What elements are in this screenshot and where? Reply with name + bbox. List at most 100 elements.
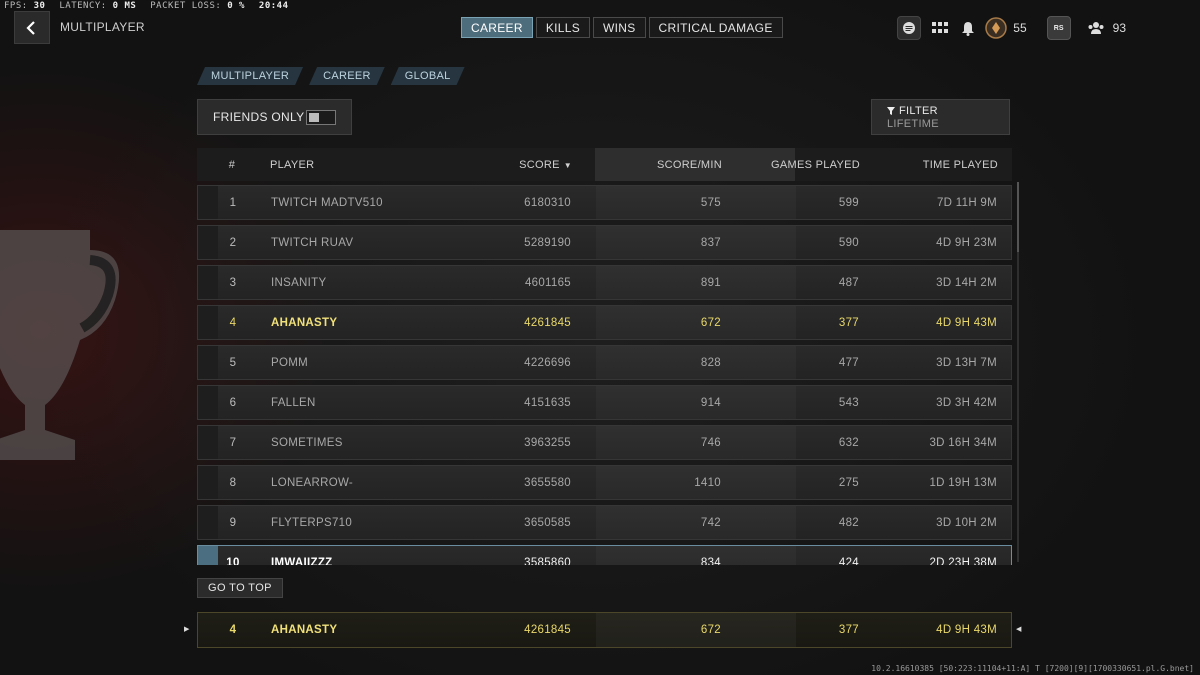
row-games-played: 377 xyxy=(838,316,859,329)
row-games-played: 424 xyxy=(838,556,859,566)
row-rank: 5 xyxy=(229,356,237,369)
row-rank: 6 xyxy=(229,396,237,409)
breadcrumb-career[interactable]: CAREER xyxy=(309,67,385,85)
row-player-name: FLYTERPS710 xyxy=(271,516,353,529)
row-score: 3585860 xyxy=(524,556,571,566)
row-time-played: 1D 19H 13M xyxy=(929,476,997,489)
clock: 20:44 xyxy=(258,1,289,11)
row-time-played: 4D 9H 43M xyxy=(936,316,997,329)
filter-value: LIFETIME xyxy=(887,118,939,130)
tab-critical-damage[interactable]: CRITICAL DAMAGE xyxy=(648,17,783,38)
header-time-played[interactable]: TIME PLAYED xyxy=(923,159,998,171)
chevron-left-icon xyxy=(26,20,35,35)
row-score: 4601165 xyxy=(524,276,571,289)
go-to-top-button[interactable]: GO TO TOP xyxy=(197,578,283,598)
row-time-played: 2D 23H 38M xyxy=(929,556,997,566)
tab-wins[interactable]: WINS xyxy=(593,17,646,38)
squad-count: 93 xyxy=(1112,21,1126,35)
row-score: 4261845 xyxy=(524,316,571,329)
scrollbar[interactable] xyxy=(1017,182,1019,562)
my-score-per-min: 672 xyxy=(700,624,721,636)
table-row[interactable]: 9 FLYTERPS710 3650585 742 482 3D 10H 2M xyxy=(197,505,1012,540)
row-player-name: SOMETIMES xyxy=(271,436,343,449)
notification-bell-icon[interactable] xyxy=(957,17,979,39)
table-header: # PLAYER SCORE ▼ SCORE/MIN GAMES PLAYED T… xyxy=(197,148,1012,181)
row-games-played: 487 xyxy=(838,276,859,289)
row-score: 4226696 xyxy=(524,356,571,369)
row-score-per-min: 1410 xyxy=(694,476,721,489)
row-rank: 10 xyxy=(226,556,240,566)
filter-funnel-icon xyxy=(887,107,895,115)
sort-desc-icon: ▼ xyxy=(563,160,572,170)
row-time-played: 3D 10H 2M xyxy=(936,516,997,529)
screen-title: MULTIPLAYER xyxy=(60,20,145,34)
rank-emblem-icon xyxy=(985,17,1008,39)
row-games-played: 477 xyxy=(838,356,859,369)
table-row[interactable]: 7 SOMETIMES 3963255 746 632 3D 16H 34M xyxy=(197,425,1012,460)
row-games-played: 590 xyxy=(838,236,859,249)
header-player[interactable]: PLAYER xyxy=(270,159,314,171)
row-score-per-min: 834 xyxy=(700,556,721,566)
row-score-per-min: 828 xyxy=(700,356,721,369)
row-score-per-min: 746 xyxy=(700,436,721,449)
breadcrumb-multiplayer[interactable]: MULTIPLAYER xyxy=(197,67,303,85)
table-row[interactable]: 10 IMWAIIZZZ 3585860 834 424 2D 23H 38M xyxy=(197,545,1012,565)
tab-career[interactable]: CAREER xyxy=(461,17,533,38)
header-score-per-min[interactable]: SCORE/MIN xyxy=(657,159,722,171)
table-row[interactable]: 1 TWITCH MADTV510 6180310 575 599 7D 11H 9M xyxy=(197,185,1012,220)
my-score: 4261845 xyxy=(524,624,571,636)
table-row[interactable]: 3 INSANITY 4601165 891 487 3D 14H 2M xyxy=(197,265,1012,300)
header-rank: # xyxy=(228,158,236,171)
trophy-emblem-icon xyxy=(0,230,119,460)
my-player-name: AHANASTY xyxy=(271,624,338,636)
row-games-played: 275 xyxy=(838,476,859,489)
row-rank: 7 xyxy=(229,436,237,449)
table-row[interactable]: 2 TWITCH RUAV 5289190 837 590 4D 9H 23M xyxy=(197,225,1012,260)
table-row[interactable]: 8 LONEARROW- 3655580 1410 275 1D 19H 13M xyxy=(197,465,1012,500)
my-rank: 4 xyxy=(229,624,237,636)
menu-icon[interactable] xyxy=(897,16,922,40)
header-score[interactable]: SCORE ▼ xyxy=(519,159,572,171)
friends-only-switch[interactable] xyxy=(306,110,336,125)
row-score-per-min: 837 xyxy=(700,236,721,249)
header-games-played[interactable]: GAMES PLAYED xyxy=(771,159,860,171)
row-games-played: 632 xyxy=(838,436,859,449)
row-rank: 4 xyxy=(229,316,237,329)
row-player-name: INSANITY xyxy=(271,276,327,289)
row-time-played: 3D 13H 7M xyxy=(936,356,997,369)
row-score-per-min: 575 xyxy=(700,196,721,209)
row-games-played: 543 xyxy=(838,396,859,409)
filter-button[interactable]: FILTER LIFETIME xyxy=(871,99,1010,135)
scrollbar-thumb[interactable] xyxy=(1017,182,1019,252)
squad-icon[interactable] xyxy=(1085,17,1107,39)
row-player-name: IMWAIIZZZ xyxy=(271,556,333,566)
table-row[interactable]: 4 AHANASTY 4261845 672 377 4D 9H 43M xyxy=(197,305,1012,340)
rank-badge-icon[interactable]: RS xyxy=(1046,16,1071,40)
row-rank: 2 xyxy=(229,236,237,249)
tab-kills[interactable]: KILLS xyxy=(535,17,591,38)
friends-only-label: FRIENDS ONLY xyxy=(213,110,305,124)
top-right-toolbar: 55 RS 93 xyxy=(897,11,1200,45)
leaderboard-tabs: CAREER KILLS WINS CRITICAL DAMAGE xyxy=(461,17,783,38)
back-button[interactable] xyxy=(14,11,50,44)
breadcrumb-global[interactable]: GLOBAL xyxy=(391,67,465,85)
row-score: 6180310 xyxy=(524,196,571,209)
friends-only-toggle-button[interactable]: FRIENDS ONLY xyxy=(197,99,352,135)
table-row[interactable]: 6 FALLEN 4151635 914 543 3D 3H 42M xyxy=(197,385,1012,420)
leaderboard-table: # PLAYER SCORE ▼ SCORE/MIN GAMES PLAYED T… xyxy=(197,148,1012,565)
table-row[interactable]: 5 POMM 4226696 828 477 3D 13H 7M xyxy=(197,345,1012,380)
my-rank-row[interactable]: 4 AHANASTY 4261845 672 377 4D 9H 43M xyxy=(197,612,1012,648)
row-games-played: 599 xyxy=(838,196,859,209)
row-player-name: FALLEN xyxy=(271,396,316,409)
leaderboard-rows: 1 TWITCH MADTV510 6180310 575 599 7D 11H 9M 2 T… xyxy=(197,185,1012,565)
performance-stats: FPS: 30 LATENCY: 0 MS PACKET LOSS: 0 % 2… xyxy=(4,1,289,11)
row-score: 3963255 xyxy=(524,436,571,449)
grid-icon[interactable] xyxy=(929,17,951,39)
player-level: 55 xyxy=(1013,21,1027,35)
row-rank: 1 xyxy=(229,196,237,209)
breadcrumb: MULTIPLAYER CAREER GLOBAL xyxy=(197,67,465,85)
row-player-name: TWITCH MADTV510 xyxy=(271,196,383,209)
row-player-name: POMM xyxy=(271,356,308,369)
row-score: 4151635 xyxy=(524,396,571,409)
row-player-name: LONEARROW- xyxy=(271,476,354,489)
